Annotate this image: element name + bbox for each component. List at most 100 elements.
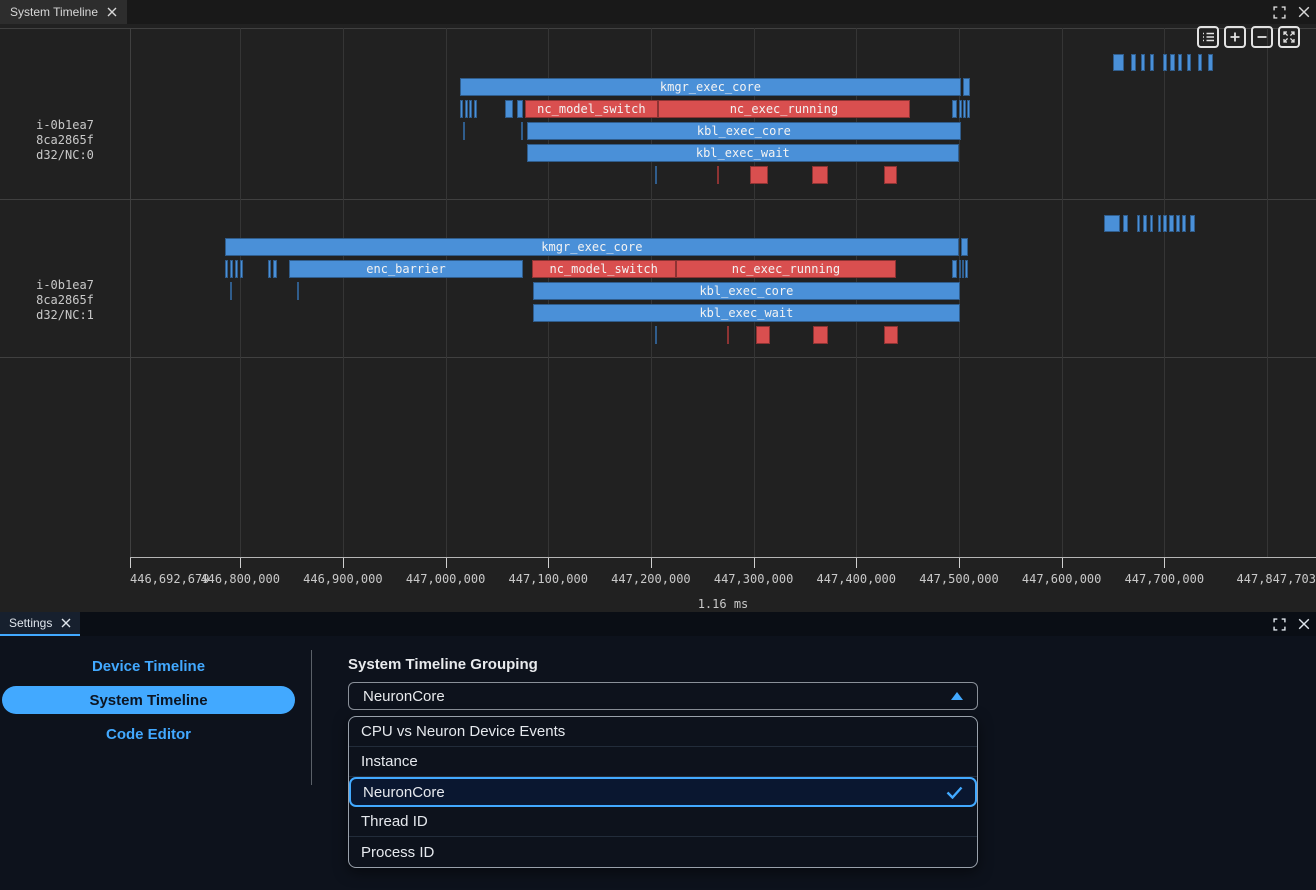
event-bar[interactable]	[967, 100, 970, 118]
event-bar[interactable]	[517, 100, 522, 118]
event-bar[interactable]	[812, 166, 827, 184]
event-bar[interactable]	[717, 166, 719, 184]
tab-settings[interactable]: Settings	[0, 612, 80, 636]
event-bar-kmgr-exec-core[interactable]: kmgr_exec_core	[225, 238, 959, 256]
event-bar[interactable]	[1163, 54, 1167, 71]
event-bar[interactable]	[959, 260, 961, 278]
event-bar[interactable]	[465, 100, 468, 118]
zoom-out-icon[interactable]	[1251, 26, 1273, 48]
event-bar[interactable]	[474, 100, 477, 118]
fit-expand-icon[interactable]	[1278, 26, 1300, 48]
event-bar[interactable]	[1158, 215, 1161, 232]
event-bar[interactable]	[756, 326, 770, 344]
event-bar[interactable]	[1163, 215, 1167, 232]
event-bar[interactable]	[1150, 54, 1154, 71]
event-bar[interactable]	[750, 166, 768, 184]
grouping-select[interactable]: NeuronCore	[348, 682, 978, 710]
restore-icon[interactable]	[1273, 618, 1286, 631]
event-bar-enc-barrier[interactable]: enc_barrier	[289, 260, 522, 278]
event-bar-nc-model-switch[interactable]: nc_model_switch	[532, 260, 676, 278]
option-label: Instance	[361, 753, 418, 770]
event-bar[interactable]	[505, 100, 513, 118]
event-bar[interactable]	[225, 260, 228, 278]
event-bar[interactable]	[1187, 54, 1191, 71]
event-bar[interactable]	[1123, 215, 1128, 232]
event-bar[interactable]	[1113, 54, 1124, 71]
event-bar-nc-exec-running[interactable]: nc_exec_running	[676, 260, 897, 278]
event-bar[interactable]	[655, 166, 657, 184]
event-bar[interactable]	[1178, 54, 1182, 71]
event-bar[interactable]	[235, 260, 238, 278]
option-cpu-vs-neuron-device-events[interactable]: CPU vs Neuron Device Events	[349, 717, 977, 747]
event-bar-kbl-exec-core[interactable]: kbl_exec_core	[527, 122, 961, 140]
event-bar[interactable]	[1104, 215, 1120, 232]
legend-icon[interactable]	[1197, 26, 1219, 48]
event-bar-kbl-exec-core[interactable]: kbl_exec_core	[533, 282, 960, 300]
event-bar[interactable]	[297, 282, 299, 300]
event-bar[interactable]	[460, 100, 463, 118]
event-bar[interactable]	[1190, 215, 1195, 232]
event-bar[interactable]	[1131, 54, 1135, 71]
gridline	[343, 28, 344, 557]
axis-tick-label: 447,700,000	[1125, 572, 1204, 586]
option-label: NeuronCore	[363, 784, 445, 801]
event-bar[interactable]	[1170, 54, 1174, 71]
event-bar[interactable]	[952, 260, 957, 278]
event-bar[interactable]	[1143, 215, 1147, 232]
event-bar[interactable]	[1182, 215, 1186, 232]
event-bar[interactable]	[961, 238, 968, 256]
tab-system-timeline[interactable]: System Timeline	[0, 0, 127, 24]
close-icon[interactable]	[61, 618, 71, 628]
event-bar[interactable]	[521, 122, 523, 140]
event-bar[interactable]	[273, 260, 277, 278]
sidebar-item-device-timeline[interactable]: Device Timeline	[2, 652, 295, 680]
tab-settings-label: Settings	[9, 616, 52, 630]
event-bar[interactable]	[655, 326, 657, 344]
event-bar[interactable]	[962, 260, 964, 278]
event-bar[interactable]	[963, 78, 970, 96]
option-thread-id[interactable]: Thread ID	[349, 807, 977, 837]
option-neuroncore[interactable]: NeuronCore	[349, 777, 977, 807]
close-icon[interactable]	[1298, 6, 1310, 18]
event-bar[interactable]	[1198, 54, 1202, 71]
event-bar[interactable]	[1208, 54, 1212, 71]
event-bar[interactable]	[884, 166, 897, 184]
zoom-in-icon[interactable]	[1224, 26, 1246, 48]
event-bar[interactable]	[230, 260, 233, 278]
event-bar[interactable]	[230, 282, 232, 300]
close-icon[interactable]	[1298, 618, 1310, 630]
event-bar[interactable]	[1150, 215, 1153, 232]
event-bar-kbl-exec-wait[interactable]: kbl_exec_wait	[527, 144, 959, 162]
event-bar-nc-model-switch[interactable]: nc_model_switch	[525, 100, 658, 118]
axis-tick-label: 447,400,000	[817, 572, 896, 586]
event-bar[interactable]	[952, 100, 957, 118]
sidebar-item-code-editor[interactable]: Code Editor	[2, 720, 295, 748]
option-process-id[interactable]: Process ID	[349, 837, 977, 867]
close-icon[interactable]	[107, 7, 117, 17]
event-bar-kbl-exec-wait[interactable]: kbl_exec_wait	[533, 304, 960, 322]
event-bar[interactable]	[463, 122, 465, 140]
event-bar[interactable]	[1169, 215, 1173, 232]
event-bar[interactable]	[268, 260, 271, 278]
event-bar[interactable]	[727, 326, 729, 344]
event-bar-nc-exec-running[interactable]: nc_exec_running	[658, 100, 910, 118]
restore-icon[interactable]	[1273, 6, 1286, 19]
event-bar[interactable]	[1137, 215, 1140, 232]
event-bar[interactable]	[884, 326, 898, 344]
event-bar[interactable]	[469, 100, 472, 118]
axis-tick-label: 446,800,000	[200, 572, 279, 586]
event-bar[interactable]	[240, 260, 243, 278]
event-bar[interactable]	[1141, 54, 1145, 71]
event-bar[interactable]	[959, 100, 962, 118]
axis-tick-label: 447,500,000	[919, 572, 998, 586]
axis-tick	[343, 558, 344, 568]
settings-panel: Settings Device Timeline System Timeline C…	[0, 612, 1316, 890]
option-instance[interactable]: Instance	[349, 747, 977, 777]
event-bar[interactable]	[1176, 215, 1180, 232]
event-bar[interactable]	[813, 326, 827, 344]
event-bar[interactable]	[963, 100, 966, 118]
option-label: Process ID	[361, 844, 434, 861]
event-bar-kmgr-exec-core[interactable]: kmgr_exec_core	[460, 78, 961, 96]
event-bar[interactable]	[965, 260, 968, 278]
sidebar-item-system-timeline[interactable]: System Timeline	[2, 686, 295, 714]
